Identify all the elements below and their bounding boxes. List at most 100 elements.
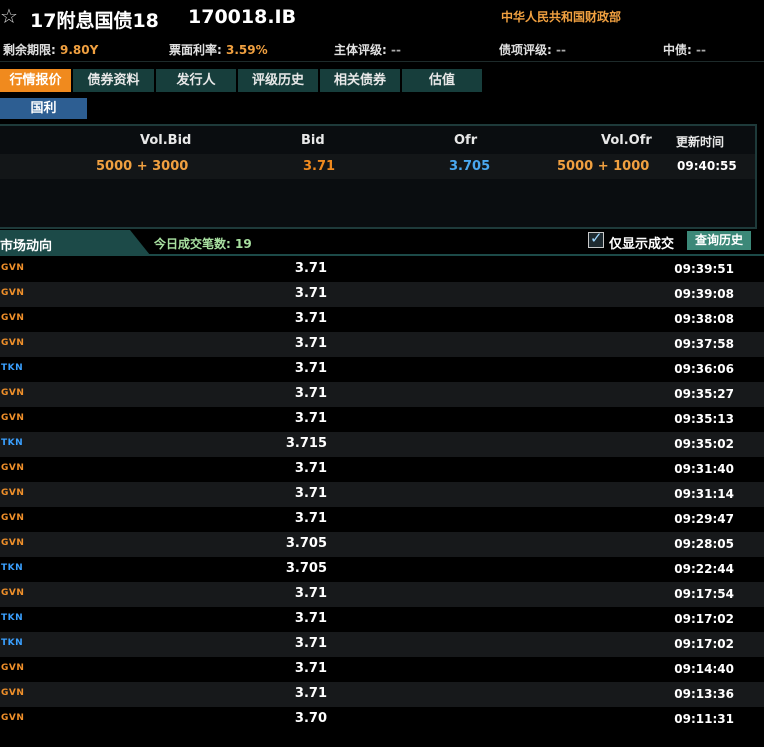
header-ofr: Ofr (454, 133, 478, 148)
coupon-rate: 票面利率: 3.59% (169, 41, 268, 58)
trade-count: 今日成交笔数: 19 (154, 237, 252, 251)
only-trades-label[interactable]: 仅显示成交 (609, 233, 674, 252)
trade-price: 3.71 (294, 286, 327, 301)
trade-price: 3.71 (294, 661, 327, 676)
bond-name: 17附息国债18 (30, 10, 159, 32)
trade-row[interactable]: GVN 3.71 09:13:36 (0, 682, 764, 707)
header-vol-bid: Vol.Bid (140, 133, 192, 148)
trade-row[interactable]: TKN 3.715 09:35:02 (0, 432, 764, 457)
trade-time: 09:31:40 (674, 462, 734, 476)
trade-price: 3.71 (294, 486, 327, 501)
trade-time: 09:28:05 (674, 537, 734, 551)
subtab-broker[interactable]: 国利 (0, 98, 87, 119)
trade-price: 3.705 (285, 536, 327, 551)
trade-time: 09:38:08 (674, 312, 734, 326)
issuer-rating-label: 主体评级: (334, 43, 387, 57)
trade-price: 3.71 (294, 686, 327, 701)
header-divider (0, 61, 764, 62)
issuer-rating-value: -- (391, 43, 401, 57)
checkmark-icon: ✓ (590, 229, 603, 247)
bond-rating-value: -- (556, 43, 566, 57)
trade-price: 3.705 (285, 561, 327, 576)
trade-row[interactable]: GVN 3.71 09:37:58 (0, 332, 764, 357)
trade-row[interactable]: GVN 3.71 09:31:14 (0, 482, 764, 507)
query-history-button[interactable]: 查询历史 (687, 231, 751, 250)
bond-rating-label: 债项评级: (499, 43, 552, 57)
trade-row[interactable]: TKN 3.71 09:17:02 (0, 607, 764, 632)
trade-time: 09:39:08 (674, 287, 734, 301)
trade-side: GVN (1, 713, 25, 723)
trade-side: TKN (1, 638, 24, 648)
trade-time: 09:39:51 (674, 262, 734, 276)
trade-time: 09:35:27 (674, 387, 734, 401)
trade-price: 3.715 (285, 436, 327, 451)
trade-list: GVN 3.71 09:39:51 GVN 3.71 09:39:08 GVN 3.71 09:… (0, 257, 764, 732)
trade-time: 09:36:06 (674, 362, 734, 376)
header-update-time: 更新时间 (676, 135, 725, 149)
trade-price: 3.71 (294, 361, 327, 376)
tab-issuer[interactable]: 发行人 (156, 69, 236, 92)
trade-price: 3.70 (294, 711, 327, 726)
trade-side: GVN (1, 488, 25, 498)
favorite-star-icon[interactable]: ☆ (0, 4, 18, 28)
trade-row[interactable]: GVN 3.71 09:31:40 (0, 457, 764, 482)
trade-row[interactable]: GVN 3.71 09:39:51 (0, 257, 764, 282)
trade-side: GVN (1, 688, 25, 698)
trade-price: 3.71 (294, 586, 327, 601)
trade-time: 09:14:40 (674, 662, 734, 676)
trade-row[interactable]: TKN 3.71 09:17:02 (0, 632, 764, 657)
trade-price: 3.71 (294, 311, 327, 326)
trade-row[interactable]: TKN 3.705 09:22:44 (0, 557, 764, 582)
market-title: 市场动向 (0, 239, 53, 254)
trade-row[interactable]: GVN 3.71 09:17:54 (0, 582, 764, 607)
tab-quotes[interactable]: 行情报价 (0, 69, 71, 92)
tab-rating-history[interactable]: 评级历史 (238, 69, 318, 92)
issuer-rating: 主体评级: -- (334, 41, 401, 58)
trade-price: 3.71 (294, 261, 327, 276)
trade-row[interactable]: GVN 3.71 09:38:08 (0, 307, 764, 332)
trade-side: GVN (1, 413, 25, 423)
bond-rating: 债项评级: -- (499, 41, 566, 58)
trade-price: 3.71 (294, 611, 327, 626)
trade-row[interactable]: GVN 3.71 09:14:40 (0, 657, 764, 682)
trade-side: GVN (1, 538, 25, 548)
trade-row[interactable]: GVN 3.71 09:39:08 (0, 282, 764, 307)
coupon-rate-value: 3.59% (226, 43, 268, 57)
trade-side: GVN (1, 338, 25, 348)
trade-side: TKN (1, 563, 24, 573)
trade-side: GVN (1, 513, 25, 523)
remaining-term-label: 剩余期限: (3, 43, 56, 57)
trade-row[interactable]: GVN 3.705 09:28:05 (0, 532, 764, 557)
trade-side: GVN (1, 388, 25, 398)
remaining-term-value: 9.80Y (60, 43, 99, 57)
quote-vol-bid: 5000 + 3000 (96, 159, 189, 174)
market-divider (0, 254, 764, 256)
trade-time: 09:17:02 (674, 612, 734, 626)
chinabond-value: -- (696, 43, 706, 57)
trade-side: GVN (1, 313, 25, 323)
trade-time: 09:35:02 (674, 437, 734, 451)
trade-side: GVN (1, 463, 25, 473)
trade-row[interactable]: GVN 3.70 09:11:31 (0, 707, 764, 732)
trade-side: TKN (1, 438, 24, 448)
trade-side: GVN (1, 263, 25, 273)
quote-bid: 3.71 (303, 159, 336, 174)
trade-price: 3.71 (294, 636, 327, 651)
issuer-name: 中华人民共和国财政部 (501, 10, 622, 24)
trade-side: GVN (1, 588, 25, 598)
trade-row[interactable]: GVN 3.71 09:29:47 (0, 507, 764, 532)
tab-bond-info[interactable]: 债券资料 (73, 69, 154, 92)
trade-side: TKN (1, 613, 24, 623)
trade-time: 09:31:14 (674, 487, 734, 501)
quote-update-time: 09:40:55 (677, 159, 737, 173)
chinabond-valuation: 中债: -- (663, 41, 706, 58)
remaining-term: 剩余期限: 9.80Y (3, 41, 98, 58)
trade-price: 3.71 (294, 461, 327, 476)
trade-row[interactable]: GVN 3.71 09:35:27 (0, 382, 764, 407)
trade-row[interactable]: GVN 3.71 09:35:13 (0, 407, 764, 432)
trade-side: GVN (1, 663, 25, 673)
header-vol-ofr: Vol.Ofr (601, 133, 652, 148)
tab-related-bonds[interactable]: 相关债券 (320, 69, 400, 92)
tab-valuation[interactable]: 估值 (402, 69, 482, 92)
trade-row[interactable]: TKN 3.71 09:36:06 (0, 357, 764, 382)
